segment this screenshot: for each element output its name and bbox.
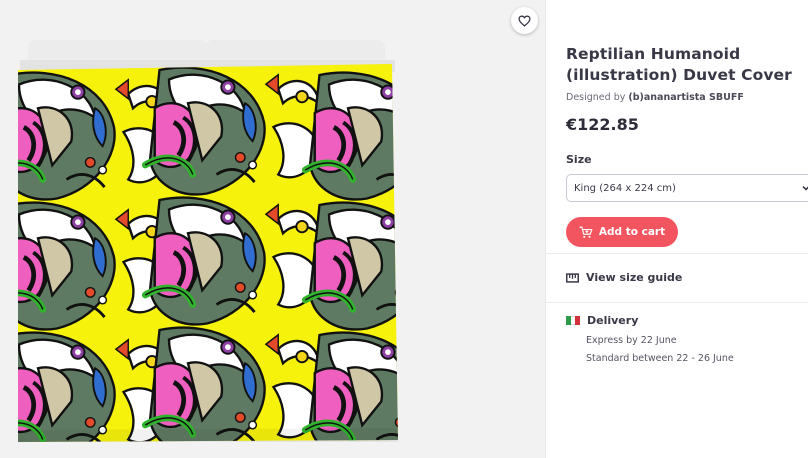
- size-guide-label: View size guide: [586, 271, 683, 284]
- product-price: €122.85: [566, 115, 639, 134]
- heart-icon: [518, 15, 531, 27]
- italy-flag-icon: [566, 316, 581, 325]
- add-to-cart-label: Add to cart: [598, 226, 666, 238]
- separator: [546, 253, 808, 254]
- size-selected-value: King (264 x 224 cm): [574, 182, 676, 194]
- size-guide-link[interactable]: View size guide: [566, 271, 682, 284]
- size-label: Size: [566, 153, 592, 166]
- designer-link[interactable]: (b)ananartista SBUFF: [628, 92, 743, 103]
- size-select[interactable]: King (264 x 224 cm): [566, 174, 808, 202]
- column-divider: [545, 0, 546, 458]
- express-delivery: Express by 22 June: [586, 335, 677, 346]
- designed-by-label: Designed by: [566, 92, 626, 103]
- favorite-button[interactable]: [511, 7, 538, 34]
- separator: [546, 302, 808, 303]
- delivery-label: Delivery: [587, 314, 639, 327]
- product-title: Reptilian Humanoid (illustration) Duvet …: [566, 45, 792, 84]
- standard-delivery: Standard between 22 - 26 June: [586, 353, 734, 364]
- product-info-panel: Reptilian Humanoid (illustration) Duvet …: [566, 44, 808, 247]
- delivery-heading: Delivery: [566, 314, 638, 327]
- cart-icon: [579, 226, 593, 238]
- product-gallery: [0, 0, 545, 458]
- chevron-down-icon: [802, 185, 808, 191]
- duvet-product-image: [18, 40, 398, 442]
- ruler-icon: [566, 272, 579, 283]
- add-to-cart-button[interactable]: Add to cart: [566, 217, 678, 247]
- designer-line: Designed by (b)ananartista SBUFF: [566, 92, 808, 103]
